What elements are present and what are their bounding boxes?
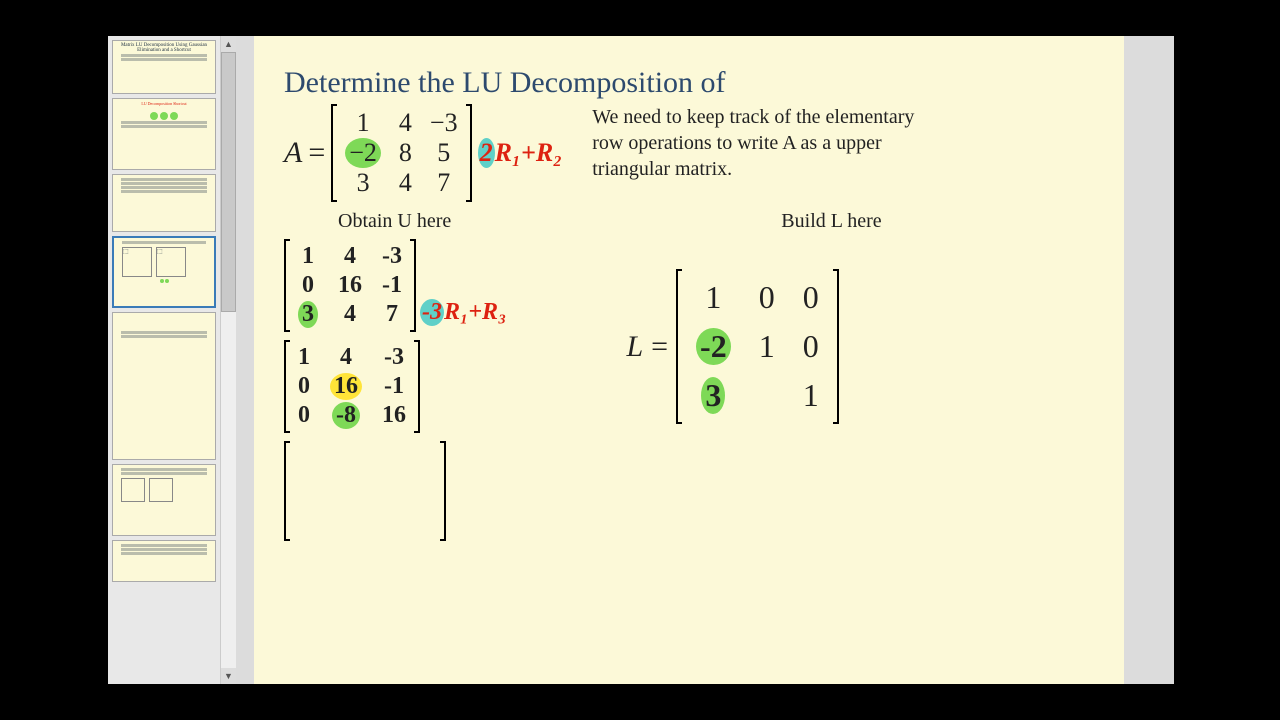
- cell: 3: [345, 168, 381, 198]
- cell: 16: [382, 402, 406, 429]
- scroll-thumb[interactable]: [221, 52, 236, 312]
- slide-content: Determine the LU Decomposition of A = 1 …: [254, 36, 1124, 684]
- cell-highlighted: 3: [696, 377, 731, 414]
- equals-sign: =: [651, 330, 668, 364]
- presentation-viewer: Matrix LU Decomposition Using Gaussian E…: [108, 36, 1174, 684]
- row-op-2: -3R₁+R₃: [420, 299, 506, 332]
- equals-sign: =: [308, 136, 325, 170]
- thumb-title: Matrix LU Decomposition Using Gaussian E…: [115, 43, 213, 53]
- cell-highlighted: -2: [696, 328, 731, 365]
- cell: -3: [382, 344, 406, 371]
- matrix-U-step1: 1 4 -3 0 16 -1 3 4 7: [284, 239, 416, 332]
- slide-thumb-2[interactable]: LU Decomposition Shortcut: [112, 98, 216, 170]
- cell: 16: [338, 272, 362, 299]
- cell: 1: [345, 108, 381, 138]
- slide-area: Determine the LU Decomposition of A = 1 …: [236, 36, 1174, 684]
- cell: 1: [803, 377, 819, 414]
- instruction-note: We need to keep track of the elementary …: [592, 104, 932, 182]
- cell: 4: [399, 168, 412, 198]
- rowop1-text: R₁+R₂: [495, 138, 563, 167]
- scroll-track[interactable]: [221, 52, 236, 668]
- A-label: A: [284, 136, 302, 170]
- slide-thumb-3[interactable]: [112, 174, 216, 232]
- cell: 5: [430, 138, 458, 168]
- cell: 4: [399, 108, 412, 138]
- cell: [759, 377, 775, 414]
- thumbnail-list: Matrix LU Decomposition Using Gaussian E…: [108, 36, 220, 684]
- matrix-A-equation: A = 1 4 −3 −2 8 5 3 4 7: [284, 104, 562, 202]
- cell: 7: [430, 168, 458, 198]
- cell-highlighted: 3: [298, 301, 318, 328]
- cell: 1: [298, 243, 318, 270]
- cell: 4: [338, 301, 362, 328]
- cell-highlighted: 16: [330, 373, 362, 400]
- rowop2-text: R₁+R₃: [444, 299, 506, 325]
- cell-highlighted: −2: [345, 138, 381, 168]
- cell: 1: [696, 279, 731, 316]
- matrix-A: 1 4 −3 −2 8 5 3 4 7: [331, 104, 471, 202]
- cell: 8: [399, 138, 412, 168]
- slide-thumb-7[interactable]: [112, 540, 216, 582]
- rowop1-coef: 2: [478, 138, 495, 168]
- matrix-U-step2: 1 4 -3 0 16 -1 0 -8 16: [284, 340, 506, 433]
- cell: 0: [759, 279, 775, 316]
- row-op-1: 2R₁+R₂: [478, 138, 563, 168]
- cell: 0: [803, 328, 819, 365]
- cell: 4: [330, 344, 362, 371]
- cell: -3: [382, 243, 402, 270]
- matrix-L-equation: L = 1 0 0 -2 1 0 3 1: [626, 269, 838, 424]
- slide-title: Determine the LU Decomposition of: [284, 66, 1094, 100]
- L-label: L: [626, 330, 643, 364]
- label-obtain-u: Obtain U here: [338, 210, 451, 233]
- cell: 7: [382, 301, 402, 328]
- slide-thumb-5[interactable]: [112, 312, 216, 460]
- scroll-up-arrow[interactable]: ▲: [221, 36, 236, 52]
- cell: 0: [298, 272, 318, 299]
- thumbnail-sidebar: Matrix LU Decomposition Using Gaussian E…: [108, 36, 236, 684]
- label-build-l: Build L here: [781, 210, 881, 233]
- slide-thumb-1[interactable]: Matrix LU Decomposition Using Gaussian E…: [112, 40, 216, 94]
- cell: −3: [430, 108, 458, 138]
- cell: 0: [298, 373, 310, 400]
- slide-thumb-4-current[interactable]: ⬚ ⬚: [112, 236, 216, 308]
- scroll-down-arrow[interactable]: ▼: [221, 668, 236, 684]
- thumb-title: LU Decomposition Shortcut: [115, 101, 213, 106]
- cell: 1: [298, 344, 310, 371]
- cell: 4: [338, 243, 362, 270]
- sidebar-scrollbar[interactable]: ▲ ▼: [220, 36, 236, 684]
- cell: -1: [382, 272, 402, 299]
- cell: 0: [298, 402, 310, 429]
- cell-highlighted: -8: [330, 402, 362, 429]
- cell: 1: [759, 328, 775, 365]
- cell: 0: [803, 279, 819, 316]
- slide-thumb-6[interactable]: [112, 464, 216, 536]
- matrix-U-step3-empty: [284, 441, 506, 541]
- matrix-L: 1 0 0 -2 1 0 3 1: [676, 269, 839, 424]
- u-column: 1 4 -3 0 16 -1 3 4 7: [284, 239, 506, 541]
- cell: -1: [382, 373, 406, 400]
- rowop2-coef: -3: [420, 299, 444, 326]
